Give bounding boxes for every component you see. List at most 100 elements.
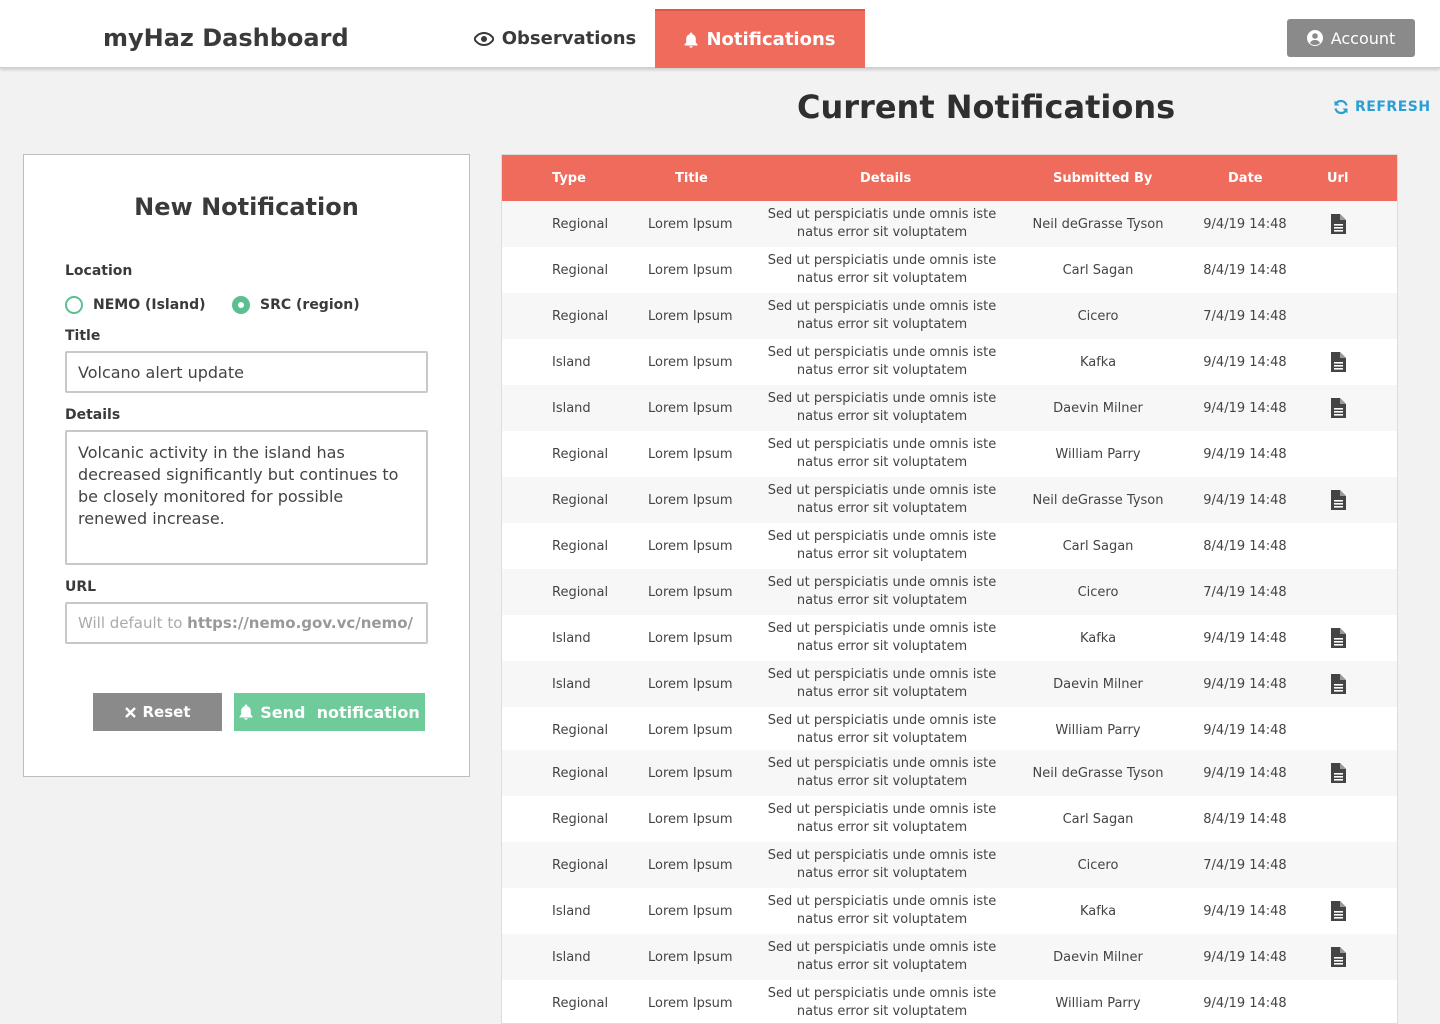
tab-observations-label: Observations [501, 28, 637, 49]
table-row[interactable]: Regional Lorem Ipsum Sed ut perspiciatis u… [502, 842, 1397, 888]
cell-details: Sed ut perspiciatis unde omnis iste natu… [767, 529, 997, 562]
document-icon[interactable] [1328, 201, 1348, 247]
cell-title: Lorem Ipsum [648, 216, 733, 232]
cell-submitted-by: William Parry [1055, 722, 1141, 738]
table-row[interactable]: Regional Lorem Ipsum Sed ut perspiciatis u… [502, 477, 1397, 523]
table-row[interactable]: Island Lorem Ipsum Sed ut perspiciatis und… [502, 615, 1397, 661]
table-row[interactable]: Regional Lorem Ipsum Sed ut perspiciatis u… [502, 293, 1397, 339]
document-icon[interactable] [1328, 888, 1348, 934]
header-title[interactable]: Title [675, 171, 708, 186]
header-date[interactable]: Date [1228, 171, 1263, 186]
document-icon[interactable] [1328, 339, 1348, 385]
radio-circle-selected[interactable] [232, 296, 250, 314]
radio-circle[interactable] [65, 296, 83, 314]
url-placeholder-link: https://nemo.gov.vc/nemo/ [187, 614, 413, 632]
document-icon[interactable] [1328, 385, 1348, 431]
document-icon[interactable] [1328, 934, 1348, 980]
refresh-label: REFRESH [1355, 99, 1431, 115]
cell-details: Sed ut perspiciatis unde omnis iste natu… [767, 940, 997, 973]
title-input[interactable]: Volcano alert update [65, 351, 428, 393]
cell-date: 9/4/19 14:48 [1203, 400, 1287, 416]
cell-submitted-by: Neil deGrasse Tyson [1032, 765, 1164, 781]
cell-submitted-by: Neil deGrasse Tyson [1032, 492, 1164, 508]
cell-type: Regional [552, 492, 609, 508]
close-icon [124, 706, 136, 718]
notifications-table: Type Title Details Submitted By Date Url… [501, 154, 1398, 1024]
cell-details: Sed ut perspiciatis unde omnis iste natu… [767, 713, 997, 746]
document-icon[interactable] [1328, 750, 1348, 796]
table-row[interactable]: Regional Lorem Ipsum Sed ut perspiciatis u… [502, 796, 1397, 842]
document-icon[interactable] [1328, 661, 1348, 707]
cell-submitted-by: Kafka [1079, 903, 1117, 919]
cell-details: Sed ut perspiciatis unde omnis iste natu… [767, 894, 997, 927]
account-button[interactable]: Account [1287, 19, 1415, 57]
cell-date: 9/4/19 14:48 [1203, 949, 1287, 965]
cell-type: Island [552, 676, 591, 692]
cell-type: Island [552, 400, 591, 416]
cell-date: 9/4/19 14:48 [1203, 676, 1287, 692]
cell-details: Sed ut perspiciatis unde omnis iste natu… [767, 756, 997, 789]
table-row[interactable]: Island Lorem Ipsum Sed ut perspiciatis und… [502, 339, 1397, 385]
table-row[interactable]: Regional Lorem Ipsum Sed ut perspiciatis u… [502, 980, 1397, 1023]
send-notification-button[interactable]: Send notification [234, 693, 425, 731]
cell-date: 7/4/19 14:48 [1203, 308, 1287, 324]
cell-type: Regional [552, 584, 609, 600]
radio-nemo-island[interactable]: NEMO (Island) [65, 296, 206, 314]
table-row[interactable]: Regional Lorem Ipsum Sed ut perspiciatis u… [502, 569, 1397, 615]
table-row[interactable]: Island Lorem Ipsum Sed ut perspiciatis und… [502, 661, 1397, 707]
document-icon[interactable] [1328, 615, 1348, 661]
cell-date: 8/4/19 14:48 [1203, 538, 1287, 554]
cell-title: Lorem Ipsum [648, 400, 733, 416]
top-navbar: myHaz Dashboard Observations Notificatio… [0, 0, 1440, 68]
table-row[interactable]: Regional Lorem Ipsum Sed ut perspiciatis u… [502, 201, 1397, 247]
url-input[interactable]: Will default to https://nemo.gov.vc/nemo… [65, 602, 428, 644]
table-row[interactable]: Regional Lorem Ipsum Sed ut perspiciatis u… [502, 707, 1397, 753]
cell-title: Lorem Ipsum [648, 995, 733, 1011]
tab-observations[interactable]: Observations [470, 9, 640, 68]
cell-title: Lorem Ipsum [648, 676, 733, 692]
cell-date: 9/4/19 14:48 [1203, 722, 1287, 738]
header-type[interactable]: Type [552, 171, 586, 186]
refresh-button[interactable]: REFRESH [1333, 99, 1431, 115]
cell-type: Island [552, 903, 591, 919]
cell-submitted-by: Kafka [1079, 630, 1117, 646]
cell-submitted-by: Carl Sagan [1062, 262, 1134, 278]
radio-src-region[interactable]: SRC (region) [232, 296, 360, 314]
bell-icon [239, 704, 253, 720]
header-submitted-by[interactable]: Submitted By [1053, 171, 1152, 186]
cell-date: 9/4/19 14:48 [1203, 765, 1287, 781]
header-url[interactable]: Url [1327, 171, 1348, 186]
table-row[interactable]: Island Lorem Ipsum Sed ut perspiciatis und… [502, 934, 1397, 980]
cell-submitted-by: Daevin Milner [1053, 949, 1143, 965]
cell-title: Lorem Ipsum [648, 811, 733, 827]
page-title: Current Notifications [797, 88, 1176, 126]
cell-details: Sed ut perspiciatis unde omnis iste natu… [767, 253, 997, 286]
tab-notifications-label: Notifications [706, 29, 836, 50]
cell-type: Regional [552, 857, 609, 873]
title-label: Title [65, 328, 101, 344]
cell-details: Sed ut perspiciatis unde omnis iste natu… [767, 667, 997, 700]
cell-submitted-by: William Parry [1055, 446, 1141, 462]
cell-details: Sed ut perspiciatis unde omnis iste natu… [767, 345, 997, 378]
cell-date: 9/4/19 14:48 [1203, 216, 1287, 232]
table-row[interactable]: Regional Lorem Ipsum Sed ut perspiciatis u… [502, 431, 1397, 477]
table-row[interactable]: Regional Lorem Ipsum Sed ut perspiciatis u… [502, 523, 1397, 569]
tab-notifications[interactable]: Notifications [655, 9, 865, 68]
cell-title: Lorem Ipsum [648, 538, 733, 554]
details-textarea[interactable]: Volcanic activity in the island has decr… [65, 430, 428, 565]
cell-date: 9/4/19 14:48 [1203, 446, 1287, 462]
cell-submitted-by: Daevin Milner [1053, 400, 1143, 416]
table-row[interactable]: Island Lorem Ipsum Sed ut perspiciatis und… [502, 385, 1397, 431]
send-label: Send notification [260, 702, 420, 722]
table-row[interactable]: Regional Lorem Ipsum Sed ut perspiciatis u… [502, 750, 1397, 796]
table-row[interactable]: Island Lorem Ipsum Sed ut perspiciatis und… [502, 888, 1397, 934]
document-icon[interactable] [1328, 477, 1348, 523]
table-row[interactable]: Regional Lorem Ipsum Sed ut perspiciatis u… [502, 247, 1397, 293]
cell-title: Lorem Ipsum [648, 949, 733, 965]
cell-type: Regional [552, 765, 609, 781]
account-label: Account [1330, 28, 1396, 48]
reset-button[interactable]: Reset [93, 693, 222, 731]
header-details[interactable]: Details [860, 171, 911, 186]
cell-title: Lorem Ipsum [648, 722, 733, 738]
cell-type: Regional [552, 216, 609, 232]
